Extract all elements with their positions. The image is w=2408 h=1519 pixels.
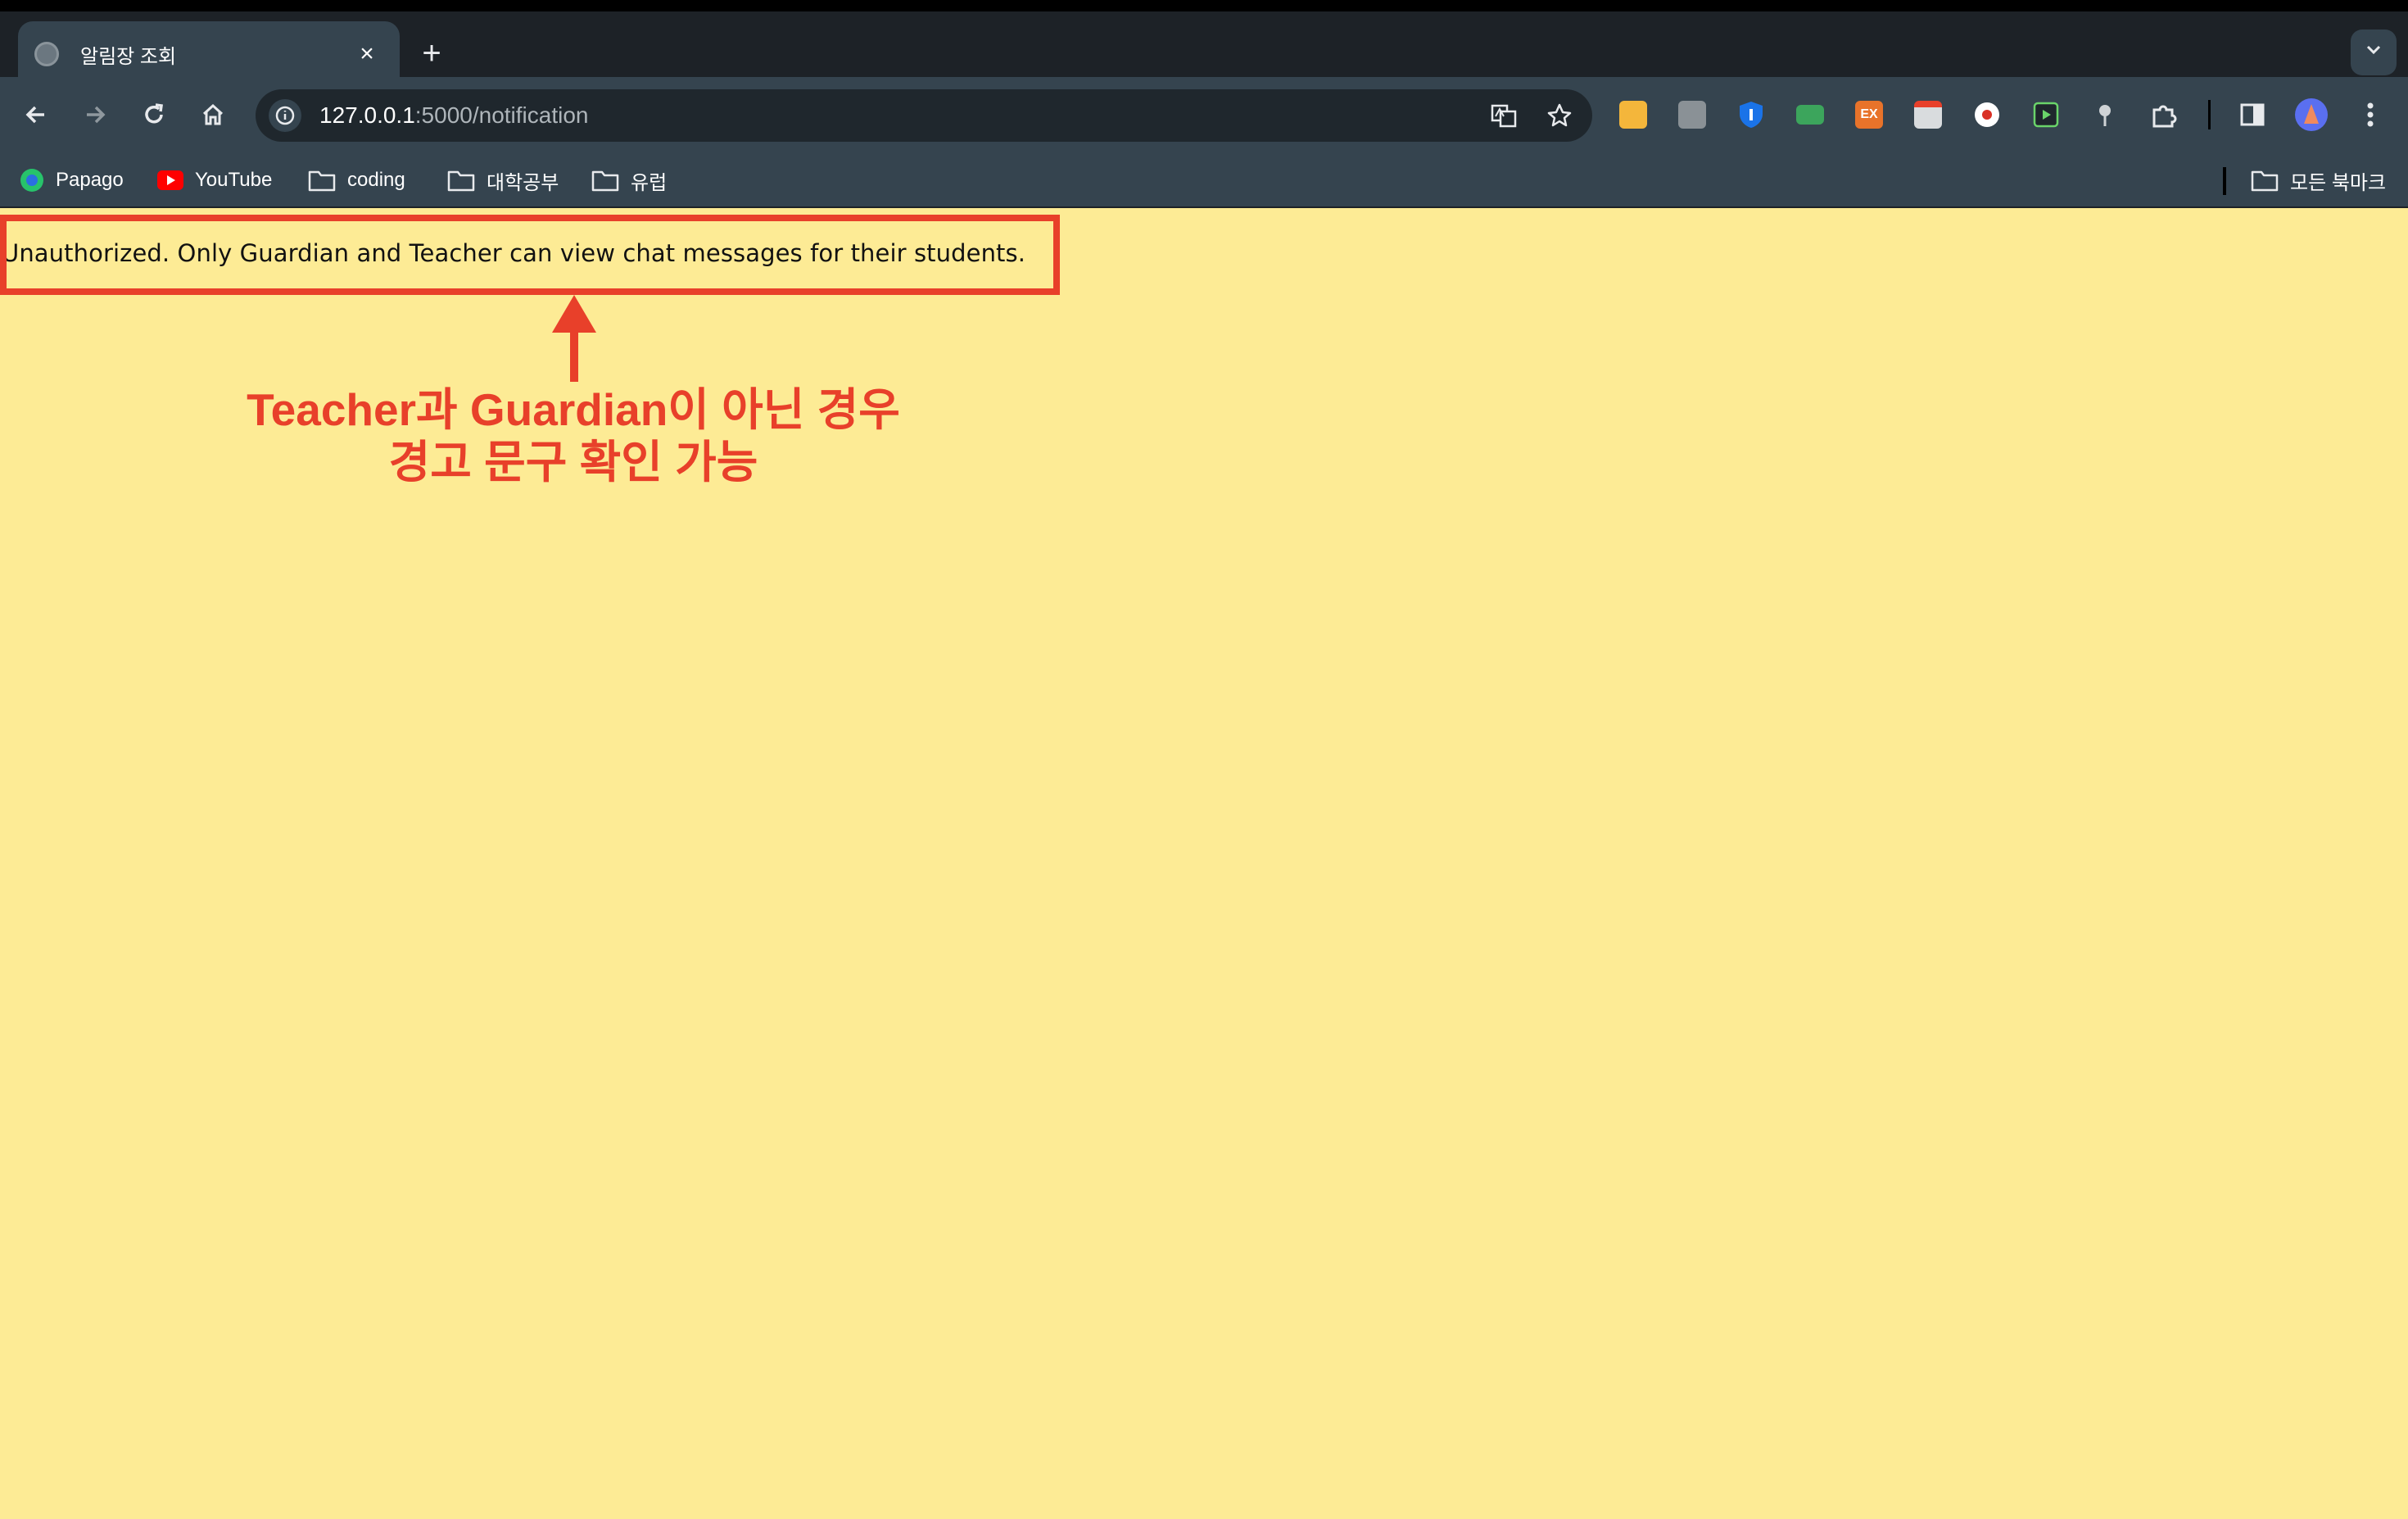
- unauthorized-message: Unauthorized. Only Guardian and Teacher …: [2, 239, 1026, 267]
- forward-arrow-icon: [87, 106, 106, 124]
- bookmark-label: 대학공부: [487, 171, 559, 194]
- avatar[interactable]: [2293, 97, 2329, 133]
- translate-icon[interactable]: [1484, 96, 1523, 135]
- bookmarks-bar: Papago YouTube coding 대학공부 유럽 모든 북마크: [0, 152, 2408, 208]
- pin-ext-icon[interactable]: [2087, 97, 2123, 133]
- site-info-icon[interactable]: [269, 99, 301, 132]
- all-bookmarks-button[interactable]: 모든 북마크: [2251, 164, 2386, 197]
- bookmark-star-icon[interactable]: [1540, 96, 1579, 135]
- tab-search-button[interactable]: [2351, 29, 2397, 75]
- annotation-arrow-icon: [552, 295, 596, 382]
- menu-kebab-icon[interactable]: [2352, 97, 2388, 133]
- folder-icon: [2251, 170, 2279, 192]
- bookmark-folder-university[interactable]: 대학공부: [447, 164, 559, 197]
- forward-button[interactable]: [70, 90, 120, 139]
- bookmark-label: 유럽: [631, 171, 668, 194]
- bookmarks-separator: [2223, 167, 2226, 195]
- bookmark-folder-coding[interactable]: coding: [308, 164, 405, 197]
- ex-ext-icon[interactable]: EX: [1851, 97, 1887, 133]
- globe-icon: [34, 42, 59, 66]
- home-button[interactable]: [188, 90, 238, 139]
- url-host: 127.0.0.1: [319, 102, 415, 128]
- annotation-note: Teacher과 Guardian이 아닌 경우 경고 문구 확인 가능: [164, 383, 983, 488]
- yellow-ext-icon[interactable]: [1615, 97, 1651, 133]
- shield-ext-icon[interactable]: [1733, 97, 1769, 133]
- tab-title: 알림장 조회: [80, 45, 177, 68]
- bookmark-label: YouTube: [195, 169, 273, 191]
- back-arrow-icon: [25, 106, 44, 124]
- folder-icon: [308, 170, 336, 192]
- annotation-line-2: 경고 문구 확인 가능: [388, 437, 758, 487]
- reload-icon: [145, 103, 163, 124]
- close-icon[interactable]: ×: [351, 40, 383, 68]
- gray-ext-icon[interactable]: [1674, 97, 1710, 133]
- chevron-down-icon: [2366, 45, 2381, 55]
- all-bookmarks-label: 모든 북마크: [2290, 171, 2387, 194]
- puzzle-icon[interactable]: [2146, 97, 2182, 133]
- folder-icon: [447, 170, 475, 192]
- youtube-icon: [157, 170, 183, 190]
- bookmark-papago[interactable]: Papago: [20, 164, 124, 197]
- new-tab-button[interactable]: +: [411, 34, 452, 75]
- papago-icon: [20, 169, 43, 192]
- printer-ext-icon[interactable]: [1910, 97, 1946, 133]
- bookmark-label: Papago: [56, 169, 124, 191]
- home-icon: [202, 103, 224, 125]
- side-panel-icon[interactable]: [2234, 97, 2270, 133]
- bookmark-label: coding: [347, 169, 405, 191]
- play-ext-icon[interactable]: [2028, 97, 2064, 133]
- bookmark-youtube[interactable]: YouTube: [157, 164, 272, 197]
- back-button[interactable]: [11, 90, 61, 139]
- toolbar-separator: [2208, 100, 2211, 129]
- green-ext-icon[interactable]: [1792, 97, 1828, 133]
- tab-strip: 알림장 조회 × +: [0, 0, 2408, 87]
- record-ext-icon[interactable]: [1969, 97, 2005, 133]
- url-path: :5000/notification: [414, 102, 589, 128]
- folder-icon: [591, 170, 619, 192]
- browser-toolbar: 127.0.0.1 :5000/notification EX: [0, 77, 2408, 152]
- unauthorized-message-highlight: Unauthorized. Only Guardian and Teacher …: [0, 215, 1060, 295]
- address-bar[interactable]: 127.0.0.1 :5000/notification: [256, 89, 1592, 142]
- annotation-line-1: Teacher과 Guardian이 아닌 경우: [247, 384, 900, 435]
- reload-button[interactable]: [129, 90, 179, 139]
- bookmark-folder-europe[interactable]: 유럽: [591, 164, 667, 197]
